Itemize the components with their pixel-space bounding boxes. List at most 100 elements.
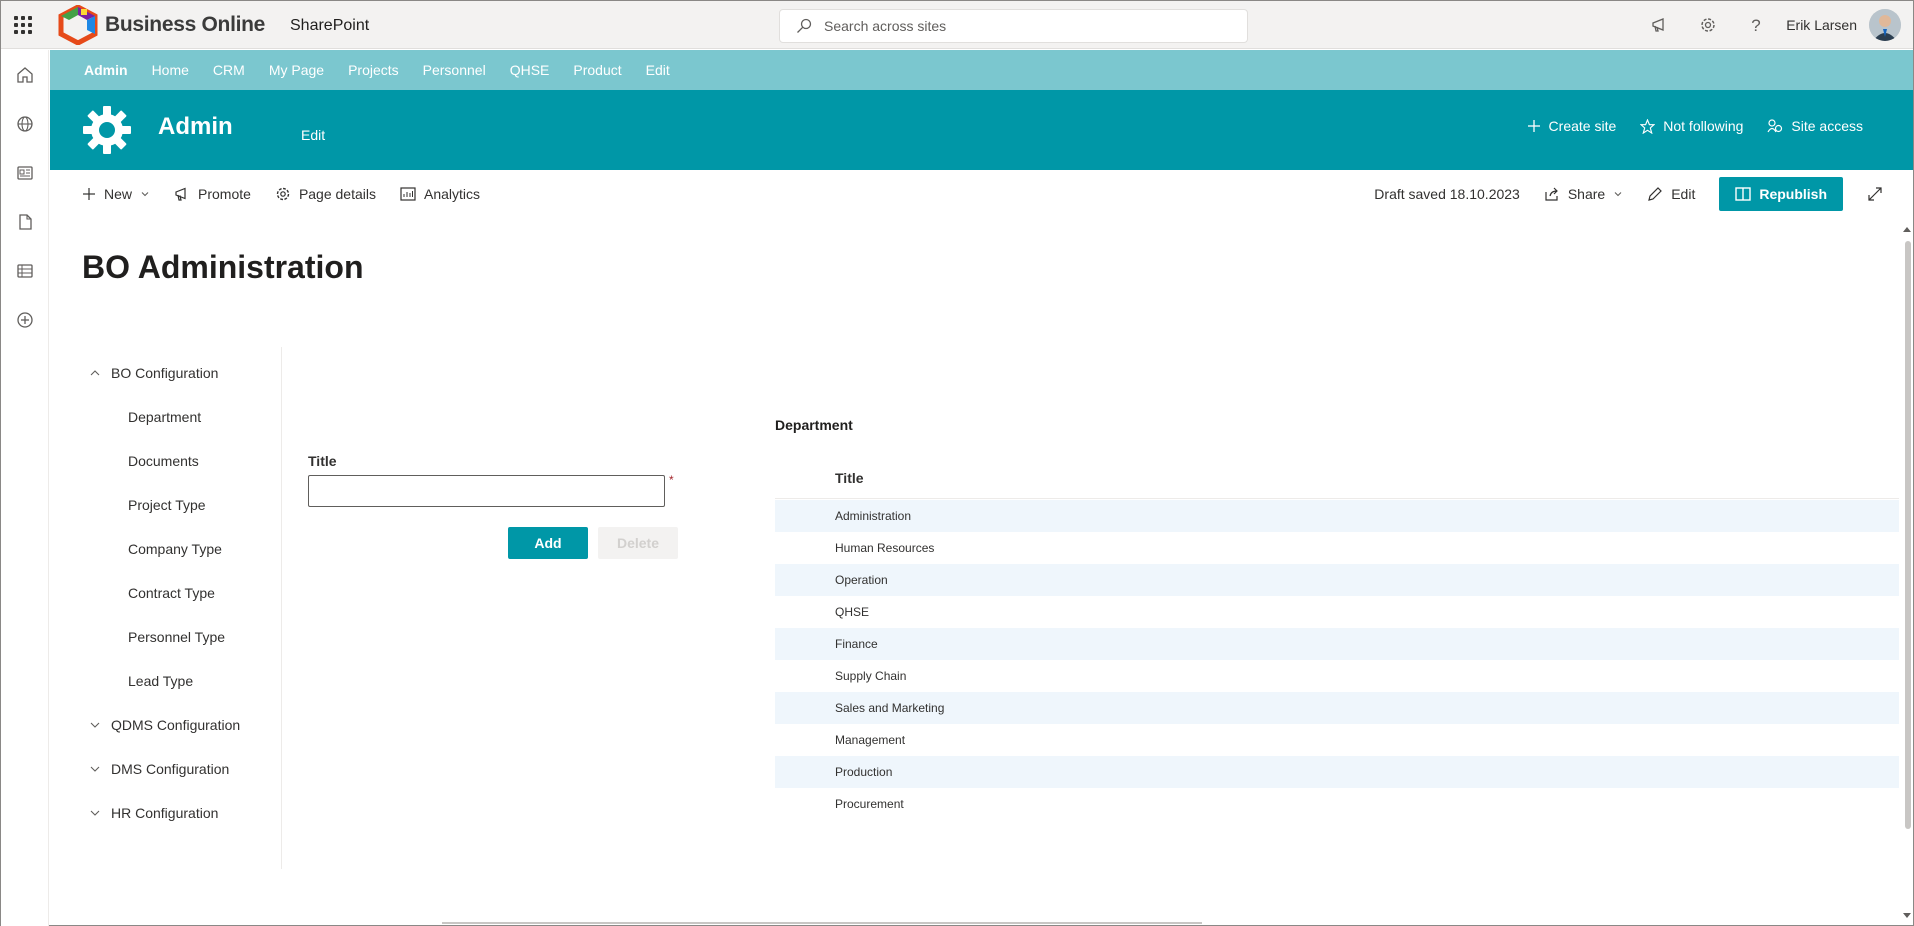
avatar[interactable]: [1869, 9, 1901, 41]
list-row[interactable]: Management: [775, 724, 1899, 756]
hub-nav-edit[interactable]: Edit: [646, 62, 670, 78]
tree-group-dms-configuration[interactable]: DMS Configuration: [89, 747, 281, 791]
vertical-scrollbar[interactable]: [1905, 241, 1911, 829]
share-button[interactable]: Share: [1544, 186, 1623, 202]
list-title: Department: [775, 417, 853, 433]
required-indicator: *: [669, 473, 674, 487]
follow-button[interactable]: Not following: [1640, 118, 1743, 134]
edit-button[interactable]: Edit: [1647, 186, 1695, 202]
tree-item-department[interactable]: Department: [89, 395, 281, 439]
analytics-button[interactable]: Analytics: [400, 186, 480, 202]
site-edit-link[interactable]: Edit: [301, 127, 325, 143]
add-circle-icon[interactable]: [1, 295, 49, 344]
brand[interactable]: Business Online: [57, 5, 265, 45]
tree-group-hr-configuration[interactable]: HR Configuration: [89, 791, 281, 835]
search-placeholder: Search across sites: [824, 18, 947, 34]
page-details-button[interactable]: Page details: [275, 186, 376, 202]
globe-icon[interactable]: [1, 99, 49, 148]
user-name[interactable]: Erik Larsen: [1786, 17, 1857, 33]
hub-nav-projects[interactable]: Projects: [348, 62, 399, 78]
list-row[interactable]: Finance: [775, 628, 1899, 660]
tree-group-label: QDMS Configuration: [111, 717, 241, 733]
gear-icon[interactable]: [1684, 1, 1732, 49]
site-access-button[interactable]: Site access: [1767, 118, 1863, 134]
new-label: New: [104, 186, 133, 202]
tree-item-documents[interactable]: Documents: [89, 439, 281, 483]
list-row[interactable]: Administration: [775, 500, 1899, 532]
help-icon[interactable]: ?: [1732, 1, 1780, 49]
brand-name: Business Online: [105, 13, 266, 36]
analytics-label: Analytics: [424, 186, 481, 202]
chevron-down-icon: [141, 192, 149, 197]
tree-group-bo-configuration[interactable]: BO Configuration: [89, 351, 281, 395]
hub-nav-my-page[interactable]: My Page: [269, 62, 324, 78]
promote-label: Promote: [198, 186, 251, 202]
title-field-label: Title: [308, 453, 337, 469]
home-icon[interactable]: [1, 50, 49, 99]
horizontal-scrollbar[interactable]: [442, 922, 1202, 924]
megaphone-icon[interactable]: [1636, 1, 1684, 49]
star-icon: [1640, 118, 1656, 134]
hub-nav-personnel[interactable]: Personnel: [423, 62, 486, 78]
scroll-down-arrow[interactable]: [1903, 913, 1911, 918]
add-button[interactable]: Add: [508, 527, 588, 559]
list-row[interactable]: Operation: [775, 564, 1899, 596]
search-icon: [797, 18, 812, 33]
list-row[interactable]: Production: [775, 756, 1899, 788]
megaphone-icon: [175, 187, 186, 201]
people-icon: [1767, 118, 1783, 132]
news-icon[interactable]: [1, 148, 49, 197]
list-row[interactable]: Procurement: [775, 788, 1899, 820]
book-icon: [1735, 187, 1752, 201]
hub-nav-crm[interactable]: CRM: [213, 62, 245, 78]
create-site-button[interactable]: Create site: [1527, 118, 1617, 134]
tree-item-personnel-type[interactable]: Personnel Type: [89, 615, 281, 659]
chevron-up-icon: [90, 370, 100, 376]
page-title: BO Administration: [82, 249, 364, 285]
list-row[interactable]: Supply Chain: [775, 660, 1899, 692]
chevron-down-icon: [90, 766, 100, 772]
gear-icon: [276, 187, 290, 201]
republish-button[interactable]: Republish: [1719, 177, 1843, 211]
tree-item-lead-type[interactable]: Lead Type: [89, 659, 281, 703]
site-title[interactable]: Admin: [158, 113, 233, 141]
draft-status: Draft saved 18.10.2023: [1374, 186, 1520, 202]
hub-nav-home[interactable]: Home: [152, 62, 189, 78]
hub-nav-qhse[interactable]: QHSE: [510, 62, 550, 78]
expand-button[interactable]: [1867, 186, 1883, 202]
list-row[interactable]: Human Resources: [775, 532, 1899, 564]
title-input[interactable]: [308, 475, 665, 507]
brand-logo-icon: [58, 5, 98, 45]
tree-group-label: HR Configuration: [111, 805, 219, 821]
svg-text:?: ?: [1751, 16, 1760, 34]
plus-icon: [1527, 120, 1540, 132]
list-row[interactable]: Sales and Marketing: [775, 692, 1899, 724]
app-label[interactable]: SharePoint: [290, 17, 369, 35]
scroll-up-arrow[interactable]: [1903, 227, 1911, 232]
new-button[interactable]: New: [82, 186, 150, 202]
tree-group-label: BO Configuration: [111, 365, 219, 381]
pencil-icon: [1648, 187, 1663, 201]
delete-button[interactable]: Delete: [598, 527, 678, 559]
file-icon[interactable]: [1, 197, 49, 246]
list-row[interactable]: QHSE: [775, 596, 1899, 628]
app-bar: [1, 50, 49, 926]
suite-bar: Business Online SharePoint Search across…: [1, 1, 1913, 49]
hub-nav-admin[interactable]: Admin: [84, 62, 128, 78]
app-launcher-icon[interactable]: [13, 15, 33, 35]
site-header: Admin Edit Create site Not following Sit…: [50, 90, 1913, 170]
command-bar: New Promote Page details Analytics Draft…: [50, 170, 1913, 218]
tree-group-qdms-configuration[interactable]: QDMS Configuration: [89, 703, 281, 747]
hub-nav-product[interactable]: Product: [573, 62, 621, 78]
lists-icon[interactable]: [1, 246, 49, 295]
search-box[interactable]: Search across sites: [779, 9, 1248, 43]
page-details-label: Page details: [298, 186, 376, 202]
tree-item-project-type[interactable]: Project Type: [89, 483, 281, 527]
tree-item-company-type[interactable]: Company Type: [89, 527, 281, 571]
chevron-down-icon: [1614, 192, 1622, 197]
create-site-label: Create site: [1548, 118, 1617, 134]
column-header-title[interactable]: Title: [775, 457, 1899, 499]
promote-button[interactable]: Promote: [174, 186, 251, 202]
tree-item-contract-type[interactable]: Contract Type: [89, 571, 281, 615]
site-gear-logo-icon[interactable]: [82, 105, 132, 155]
